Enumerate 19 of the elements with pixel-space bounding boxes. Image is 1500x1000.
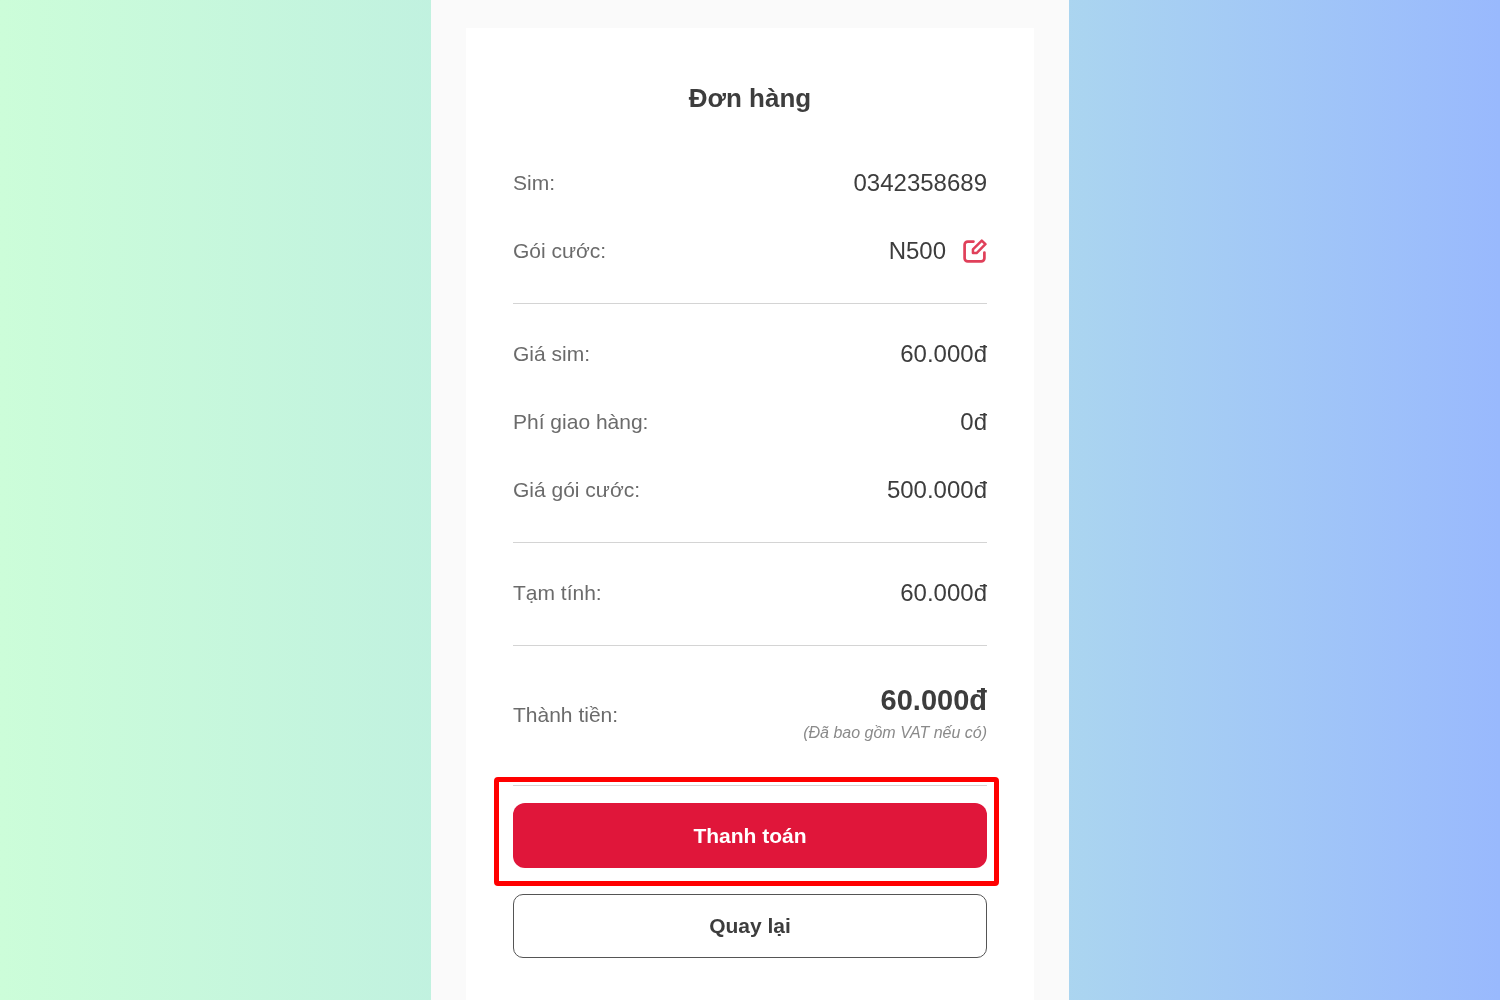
row-label: Giá sim: — [513, 341, 590, 368]
back-button[interactable]: Quay lại — [513, 894, 987, 958]
pay-button[interactable]: Thanh toán — [513, 803, 987, 868]
row-value: 500.000đ — [886, 475, 987, 505]
row-label: Giá gói cước: — [513, 477, 641, 504]
row-value: 60.000đ — [900, 339, 987, 369]
edit-icon[interactable] — [962, 238, 987, 264]
row-value: 0đ — [960, 407, 987, 437]
row-value: 0342358689 — [853, 168, 987, 198]
row-label: Gói cước: — [513, 238, 607, 265]
row-value: 60.000đ — [900, 578, 987, 608]
order-title: Đơn hàng — [687, 82, 813, 115]
row-label: Tạm tính: — [513, 580, 602, 607]
row-value: N500 — [888, 236, 946, 266]
row-label: Phí giao hàng: — [513, 409, 649, 436]
row-label: Sim: — [513, 170, 555, 197]
total-label: Thành tiền: — [513, 701, 619, 728]
vat-note: (Đã bao gồm VAT nếu có) — [803, 723, 987, 743]
total-value: 60.000đ — [880, 684, 987, 716]
